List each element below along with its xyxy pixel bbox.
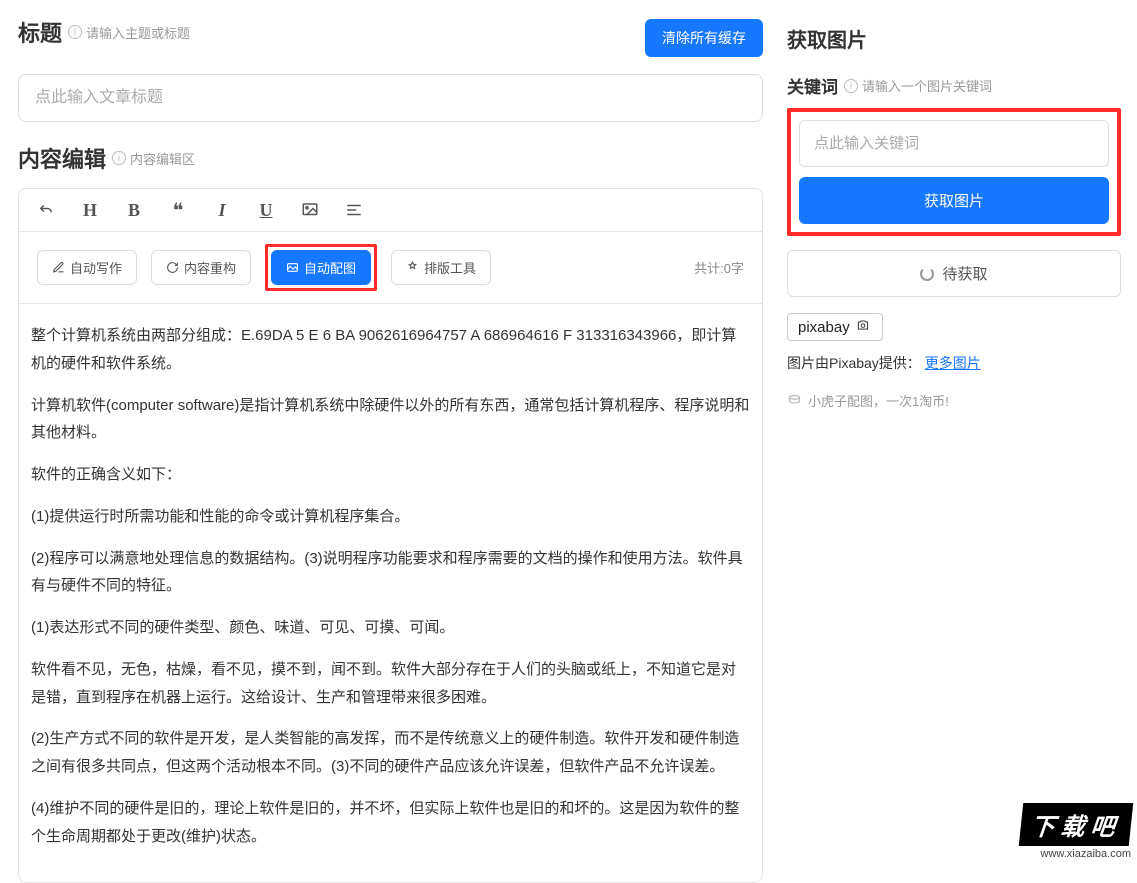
content-paragraph: (1)提供运行时所需功能和性能的命令或计算机程序集合。	[31, 503, 750, 531]
camera-icon	[854, 318, 872, 336]
editor-format-toolbar: H B ❝ I U	[19, 189, 762, 232]
content-paragraph: (2)程序可以满意地处理信息的数据结构。(3)说明程序功能要求和程序需要的文档的…	[31, 545, 750, 601]
coin-icon	[787, 393, 802, 408]
undo-icon[interactable]	[37, 201, 55, 219]
content-paragraph: (1)表达形式不同的硬件类型、颜色、味道、可见、可摸、可闻。	[31, 614, 750, 642]
layout-tool-button[interactable]: 排版工具	[391, 250, 491, 285]
editor-content-area[interactable]: 整个计算机系统由两部分组成：E.69DA 5 E 6 BA 9062616964…	[19, 304, 762, 882]
pending-button[interactable]: 待获取	[787, 250, 1121, 297]
bold-icon[interactable]: B	[125, 201, 143, 219]
spinner-icon	[920, 267, 934, 281]
provider-row: 图片由Pixabay提供： 更多图片	[787, 353, 1121, 373]
title-header-row: 标题 i 请输入主题或标题 清除所有缓存	[18, 16, 763, 60]
fetch-image-button[interactable]: 获取图片	[799, 177, 1109, 224]
title-hint: 请输入主题或标题	[86, 23, 190, 42]
content-paragraph: 计算机软件(computer software)是指计算机系统中除硬件以外的所有…	[31, 392, 750, 448]
pixabay-badge: pixabay	[787, 313, 883, 341]
keyword-label: 关键词	[787, 73, 838, 98]
more-images-link[interactable]: 更多图片	[925, 355, 981, 371]
word-count: 共计:0字	[694, 258, 744, 277]
auto-write-button[interactable]: 自动写作	[37, 250, 137, 285]
title-section-label: 标题	[18, 16, 62, 48]
content-section-label: 内容编辑	[18, 142, 106, 174]
auto-image-highlight: 自动配图	[265, 244, 377, 291]
content-paragraph: 整个计算机系统由两部分组成：E.69DA 5 E 6 BA 9062616964…	[31, 322, 750, 378]
info-icon: i	[112, 151, 126, 165]
info-icon: i	[68, 25, 82, 39]
restructure-button[interactable]: 内容重构	[151, 250, 251, 285]
content-paragraph: 软件的正确含义如下：	[31, 461, 750, 489]
heading-icon[interactable]: H	[81, 201, 99, 219]
clear-cache-button[interactable]: 清除所有缓存	[645, 19, 763, 57]
content-paragraph: 软件看不见，无色，枯燥，看不见，摸不到，闻不到。软件大部分存在于人们的头脑或纸上…	[31, 656, 750, 712]
image-icon[interactable]	[301, 201, 319, 219]
content-paragraph: (4)维护不同的硬件是旧的，理论上软件是旧的，并不坏，但实际上软件也是旧的和坏的…	[31, 795, 750, 851]
quote-icon[interactable]: ❝	[169, 201, 187, 219]
coin-info: 小虎子配图，一次1淘币!	[787, 391, 1121, 410]
editor-container: H B ❝ I U 自动写作	[18, 188, 763, 883]
keyword-highlight: 获取图片	[787, 108, 1121, 236]
keyword-hint: 请输入一个图片关键词	[862, 76, 992, 95]
editor-action-toolbar: 自动写作 内容重构 自动配图 排版工具	[19, 232, 762, 304]
italic-icon[interactable]: I	[213, 201, 231, 219]
content-hint: 内容编辑区	[130, 149, 195, 168]
content-paragraph: (2)生产方式不同的软件是开发，是人类智能的高发挥，而不是传统意义上的硬件制造。…	[31, 725, 750, 781]
fetch-image-title: 获取图片	[787, 24, 1121, 53]
align-icon[interactable]	[345, 201, 363, 219]
article-title-input[interactable]	[18, 74, 763, 122]
underline-icon[interactable]: U	[257, 201, 275, 219]
info-icon: i	[844, 79, 858, 93]
keyword-input[interactable]	[799, 120, 1109, 167]
auto-image-button[interactable]: 自动配图	[271, 250, 371, 285]
